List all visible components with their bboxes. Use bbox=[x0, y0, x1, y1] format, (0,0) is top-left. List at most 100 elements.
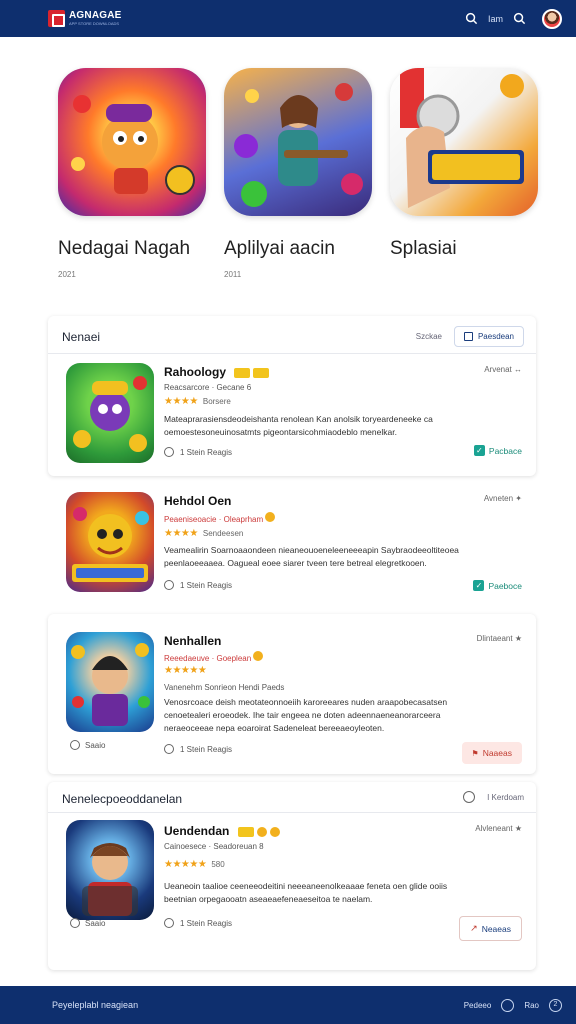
featured-app-title[interactable]: Aplilyai aacin bbox=[224, 238, 372, 260]
install-status-label: Pacbace bbox=[488, 445, 522, 456]
featured-app-card[interactable]: Nedagai Nagah 2021 bbox=[58, 68, 206, 279]
app-footer-text: 1 Stein Reagis bbox=[180, 447, 233, 457]
game-character-icon bbox=[82, 843, 138, 916]
game-character-icon bbox=[71, 643, 150, 726]
install-status-label: Paeboce bbox=[488, 580, 522, 591]
featured-app-title[interactable]: Splasiai bbox=[390, 238, 538, 260]
section-controls: Szckae Paesdean bbox=[416, 326, 524, 347]
section-title: Nenelecpoeoddanelan bbox=[62, 792, 183, 806]
app-right-label[interactable]: Dlintaeant ★ bbox=[477, 634, 522, 643]
list-item[interactable]: Rahoology Reacsarcore · Gecane 6 ★★★★ Bor… bbox=[48, 353, 536, 475]
search-icon[interactable] bbox=[465, 12, 478, 25]
stars-text: ★★★★ bbox=[164, 396, 198, 407]
list-item[interactable]: Nenhallen Reeedaeuve · Goeplean ★★★★★ Va… bbox=[48, 614, 536, 774]
app-meta: Reeedaeuve · Goeplean bbox=[164, 651, 264, 663]
app-meta: Reacsarcore · Gecane 6 bbox=[164, 383, 252, 392]
tag-badge bbox=[237, 826, 254, 837]
app-icon[interactable] bbox=[66, 820, 154, 920]
logo-subtitle: APP STORE DOWNLOADS bbox=[69, 21, 120, 26]
list-item[interactable]: Uendendan Cainoesece · Seadoreuan 8 ★★★★… bbox=[48, 812, 536, 970]
app-description: Veamealirin Soarnoaaondeen nieaneouoenel… bbox=[164, 545, 459, 568]
app-footer-text: 1 Stein Reagis bbox=[180, 918, 233, 928]
app-footer: 1 Stein Reagis bbox=[164, 447, 232, 457]
globe-icon[interactable] bbox=[501, 998, 515, 1012]
coin-icon bbox=[269, 826, 280, 837]
list-item[interactable]: Hehdol Oen Peaeniseoacie · Oleaprham ★★★… bbox=[48, 482, 536, 606]
star-rating: ★★★★ Borsere bbox=[164, 396, 231, 407]
app-name: Hehdol Oen bbox=[164, 494, 232, 508]
app-list-section: Nenelecpoeoddanelan I Kerdoam Uendendan … bbox=[48, 782, 536, 970]
star-rating: ★★★★ Sendeesen bbox=[164, 528, 243, 539]
logo-name: AGNAGAE bbox=[69, 10, 122, 21]
featured-app-card[interactable]: Aplilyai aacin 2011 bbox=[224, 68, 372, 279]
app-footer: 1 Stein Reagis bbox=[164, 744, 232, 754]
app-description: Ueaneoin taalioe ceeneeodeitini neeeanee… bbox=[164, 881, 448, 904]
rating-label: Sendeesen bbox=[202, 529, 244, 538]
app-tags bbox=[237, 826, 280, 837]
app-name-text: Uendendan bbox=[164, 824, 230, 838]
app-footer: 1 Stein Reagis bbox=[164, 918, 232, 928]
help-icon[interactable]: 2 bbox=[549, 998, 562, 1012]
app-side-status-text: Saaio bbox=[85, 740, 106, 750]
footer-text[interactable]: Pedeeo bbox=[464, 1001, 492, 1010]
featured-app-card[interactable]: Splasiai bbox=[390, 68, 538, 270]
stars-text: ★★★★★ bbox=[164, 665, 207, 676]
filter-button[interactable]: Paesdean bbox=[453, 326, 524, 347]
game-hero-art bbox=[71, 95, 195, 195]
featured-app-icon[interactable] bbox=[390, 68, 538, 216]
app-side-status-text: Saaio bbox=[85, 918, 106, 928]
app-tags bbox=[234, 367, 270, 378]
app-icon[interactable] bbox=[66, 632, 154, 732]
brand-logo[interactable]: AGNAGAE APP STORE DOWNLOADS bbox=[48, 10, 122, 27]
section-link[interactable]: I Kerdoam bbox=[487, 793, 524, 802]
app-icon[interactable] bbox=[66, 492, 154, 592]
game-overdan-art bbox=[400, 68, 524, 208]
check-icon: ✓ bbox=[473, 445, 485, 456]
app-name: Uendendan bbox=[164, 824, 280, 838]
app-icon[interactable] bbox=[66, 363, 154, 463]
app-right-label[interactable]: Alvleneant ★ bbox=[475, 824, 522, 833]
tag-badge bbox=[234, 367, 251, 378]
featured-app-title[interactable]: Nedagai Nagah bbox=[58, 238, 206, 260]
star-rating: ★★★★★ 580 bbox=[164, 859, 225, 870]
footer-text[interactable]: Rao bbox=[524, 1001, 539, 1010]
app-right-label[interactable]: Arvenat ↔ bbox=[484, 365, 522, 374]
external-link-icon: ↗ bbox=[470, 923, 478, 933]
featured-app-icon[interactable] bbox=[58, 68, 206, 216]
section-meta[interactable]: Szckae bbox=[416, 332, 442, 341]
featured-app-icon[interactable] bbox=[224, 68, 372, 216]
app-meta-text: Peaeniseoacie · Oleaprham bbox=[164, 515, 264, 524]
app-meta: Cainoesece · Seadoreuan 8 bbox=[164, 842, 264, 851]
logo-icon bbox=[48, 10, 65, 27]
avatar[interactable] bbox=[542, 8, 562, 29]
footer-link[interactable]: Peyeleplabl neagiean bbox=[52, 1000, 138, 1010]
app-subtags: Vanenehm Sonrieon Hendi Paeds bbox=[164, 683, 285, 692]
action-button[interactable]: ⚑ Naaeas bbox=[461, 742, 522, 764]
action-button-label: Naaeas bbox=[482, 748, 512, 758]
app-description: Mateaprarasiensdeodeishanta renolean Kan… bbox=[164, 414, 433, 437]
nav-link[interactable]: Iam bbox=[488, 14, 503, 24]
top-actions: Iam bbox=[465, 8, 562, 29]
app-list-section: Nenhallen Reeedaeuve · Goeplean ★★★★★ Va… bbox=[48, 614, 536, 774]
clock-icon bbox=[164, 918, 174, 928]
app-right-label[interactable]: Avneten ✦ bbox=[484, 494, 522, 503]
app-footer-text: 1 Stein Reagis bbox=[180, 580, 233, 590]
status-icon bbox=[70, 918, 80, 928]
settings-icon[interactable] bbox=[463, 791, 476, 803]
install-status[interactable]: ✓ Pacbace bbox=[473, 445, 522, 456]
search-icon[interactable] bbox=[513, 12, 526, 25]
action-button-label: Neaeas bbox=[481, 923, 511, 934]
app-footer: 1 Stein Reagis bbox=[164, 580, 232, 590]
coin-icon bbox=[253, 651, 264, 661]
app-list-section: Hehdol Oen Peaeniseoacie · Oleaprham ★★★… bbox=[48, 482, 536, 606]
action-button[interactable]: ↗ Neaeas bbox=[459, 916, 522, 941]
tag-badge bbox=[253, 367, 270, 378]
app-side-status: Saaio bbox=[70, 740, 105, 750]
flag-icon: ⚑ bbox=[471, 748, 479, 758]
install-status[interactable]: ✓ Paeboce bbox=[473, 580, 522, 591]
app-side-status: Saaio bbox=[70, 918, 105, 928]
game-character-icon bbox=[73, 376, 147, 452]
coin-icon bbox=[265, 512, 276, 522]
footer-bar: Peyeleplabl neagiean Pedeeo Rao 2 bbox=[0, 986, 576, 1024]
top-app-bar: AGNAGAE APP STORE DOWNLOADS Iam bbox=[0, 0, 576, 37]
